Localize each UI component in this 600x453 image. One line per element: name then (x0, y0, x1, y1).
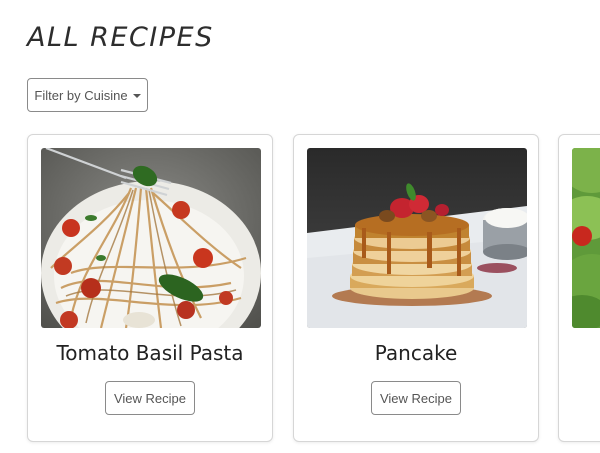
page-title: ALL RECIPES (27, 22, 214, 53)
salad-photo (572, 148, 600, 328)
pasta-photo (41, 148, 261, 328)
recipe-card: Pancake View Recipe (293, 134, 539, 442)
recipe-image-salad (572, 148, 600, 328)
filter-label: Filter by Cuisine (34, 87, 128, 103)
recipe-image-pancake (307, 148, 527, 328)
recipe-title: Pancake (374, 341, 458, 365)
recipe-image-pasta (41, 148, 261, 328)
recipe-card: Tomato Basil Pasta View Recipe (27, 134, 273, 442)
pancake-photo (307, 148, 527, 328)
view-recipe-button[interactable]: View Recipe (371, 381, 461, 415)
recipe-title: Tomato Basil Pasta (56, 341, 244, 365)
filter-by-cuisine-dropdown[interactable]: Filter by Cuisine (27, 78, 148, 112)
recipes-page: ALL RECIPES Filter by Cuisine Tomato Bas… (0, 0, 600, 453)
recipe-card (558, 134, 600, 442)
view-recipe-button[interactable]: View Recipe (105, 381, 195, 415)
caret-down-icon (132, 93, 141, 98)
